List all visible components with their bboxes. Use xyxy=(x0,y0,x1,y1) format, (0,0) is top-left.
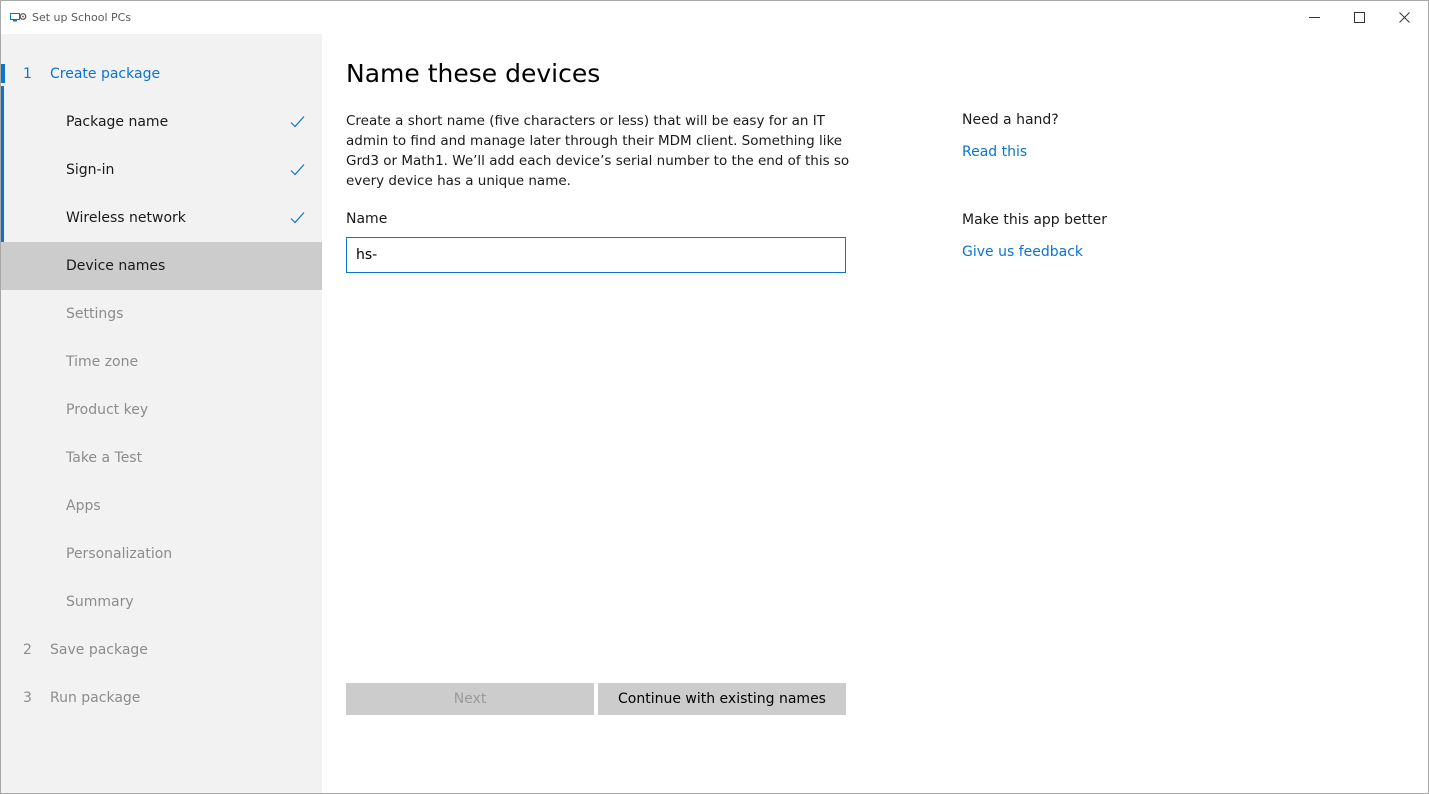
checkmark-icon xyxy=(290,116,305,128)
maximize-button[interactable] xyxy=(1336,1,1382,34)
window-title: Set up School PCs xyxy=(32,11,132,24)
substep-label: Wireless network xyxy=(66,210,186,226)
name-field-label: Name xyxy=(346,211,388,227)
substep-label: Product key xyxy=(66,402,149,418)
step-number: 1 xyxy=(23,66,32,82)
help-panel: Need a hand? Read this Make this app bet… xyxy=(962,34,1262,334)
substep-label: Take a Test xyxy=(66,450,143,466)
read-this-link[interactable]: Read this xyxy=(962,144,1027,160)
make-app-better-heading: Make this app better xyxy=(962,212,1107,228)
next-button[interactable]: Next xyxy=(346,683,594,715)
school-pc-app-icon xyxy=(10,13,27,22)
continue-with-existing-names-button[interactable]: Continue with existing names xyxy=(598,683,846,715)
substep-label: Time zone xyxy=(66,354,139,370)
substep-device-names[interactable]: Device names xyxy=(1,242,322,290)
substep-label: Summary xyxy=(66,594,134,610)
substep-settings: Settings xyxy=(1,290,322,338)
page-title: Name these devices xyxy=(346,59,601,88)
active-step-indicator xyxy=(1,64,5,83)
substep-take-a-test: Take a Test xyxy=(1,434,322,482)
substep-label: Apps xyxy=(66,498,101,514)
title-bar[interactable]: Set up School PCs xyxy=(1,1,1428,34)
substep-sign-in[interactable]: Sign-in xyxy=(1,146,322,194)
page-description: Create a short name (five characters or … xyxy=(346,113,850,189)
step-label: Run package xyxy=(50,690,141,706)
step-number: 2 xyxy=(23,642,32,658)
substep-label: Personalization xyxy=(66,546,173,562)
need-a-hand-heading: Need a hand? xyxy=(962,112,1059,128)
wizard-sidebar: 1 Create package Package name Sign-in Wi… xyxy=(1,34,322,793)
maximize-icon xyxy=(1353,12,1365,23)
substep-label: Device names xyxy=(66,258,166,274)
step-label: Create package xyxy=(50,66,161,82)
device-name-input[interactable] xyxy=(346,237,846,273)
substep-personalization: Personalization xyxy=(1,530,322,578)
minimize-button[interactable] xyxy=(1291,1,1337,34)
main-content: Name these devices Create a short name (… xyxy=(346,34,906,754)
checkmark-icon xyxy=(290,164,305,176)
substep-label: Sign-in xyxy=(66,162,115,178)
substep-wireless-network[interactable]: Wireless network xyxy=(1,194,322,242)
substep-product-key: Product key xyxy=(1,386,322,434)
step-run-package: 3 Run package xyxy=(1,674,322,722)
substep-label: Settings xyxy=(66,306,124,322)
give-us-feedback-link[interactable]: Give us feedback xyxy=(962,244,1083,260)
checkmark-icon xyxy=(290,212,305,224)
step-create-package[interactable]: 1 Create package xyxy=(1,50,322,98)
close-icon xyxy=(1398,12,1410,23)
substep-package-name[interactable]: Package name xyxy=(1,98,322,146)
step-number: 3 xyxy=(23,690,32,706)
substep-time-zone: Time zone xyxy=(1,338,322,386)
minimize-icon xyxy=(1308,17,1320,18)
step-label: Save package xyxy=(50,642,148,658)
substep-apps: Apps xyxy=(1,482,322,530)
substep-summary: Summary xyxy=(1,578,322,626)
substep-label: Package name xyxy=(66,114,169,130)
close-button[interactable] xyxy=(1381,1,1427,34)
app-window: Set up School PCs 1 Create package Packa… xyxy=(0,0,1429,794)
step-save-package: 2 Save package xyxy=(1,626,322,674)
